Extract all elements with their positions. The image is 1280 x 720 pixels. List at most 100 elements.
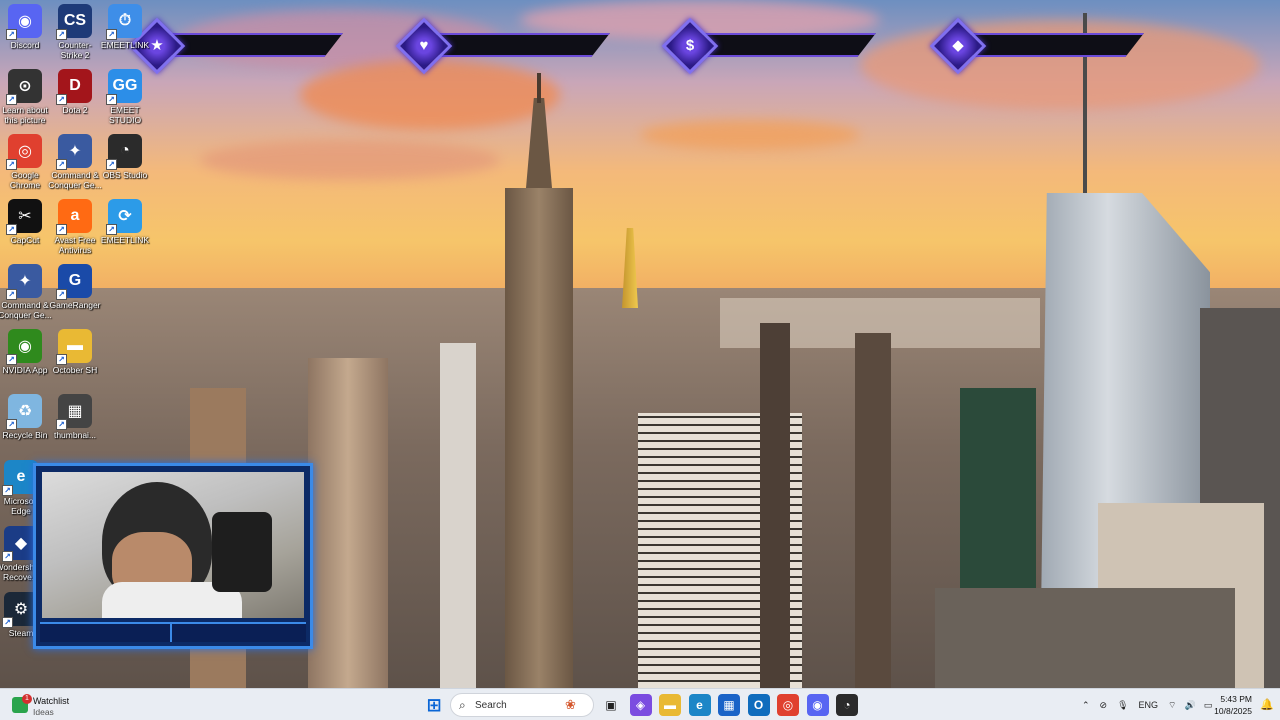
- shortcut-arrow-icon: ↗: [106, 224, 117, 235]
- shortcut-arrow-icon: ↗: [56, 354, 67, 365]
- desktop-icon[interactable]: ◔ ↗ OBS Studio: [98, 134, 152, 180]
- desktop-icon-label: Discord: [10, 40, 40, 50]
- shortcut-arrow-icon: ↗: [106, 159, 117, 170]
- shortcut-arrow-icon: ↗: [56, 29, 67, 40]
- desktop-icon-label: NVIDIA App: [2, 365, 48, 375]
- copilot-icon[interactable]: ◈: [629, 694, 652, 716]
- emeet-studio-icon: GG ↗: [106, 69, 142, 105]
- shortcut-arrow-icon: ↗: [56, 419, 67, 430]
- desktop-icon[interactable]: ⏱ ↗ EMEETLINK: [98, 4, 152, 50]
- obs-icon[interactable]: ◔: [836, 694, 858, 716]
- microphone-icon[interactable]: 🎙: [1117, 700, 1128, 711]
- search-icon: ⌕: [459, 698, 466, 712]
- wifi-icon[interactable]: ⌔: [1168, 700, 1176, 711]
- search-box[interactable]: ⌕ Search ❀: [450, 693, 594, 717]
- edge-icon[interactable]: e: [688, 694, 711, 716]
- outlook-icon[interactable]: O: [747, 694, 770, 716]
- command-conquer-icon: ✦ ↗: [56, 134, 92, 170]
- avast-icon: a ↗: [56, 199, 92, 235]
- shortcut-arrow-icon: ↗: [106, 94, 117, 105]
- desktop-icon-label: EMEETLINK: [100, 40, 150, 50]
- taskbar: 1 Watchlist Ideas ⊞ ⌕ Search ❀ ▣ ◈ ▬ e ▦ O ◎ ◉ ◔…: [0, 688, 1280, 720]
- search-highlight-icon: ❀: [565, 697, 576, 712]
- hud-bar-diamond: ◆: [929, 17, 1148, 75]
- hud-bar-star: ★: [128, 17, 347, 75]
- volume-icon[interactable]: 🔊: [1185, 700, 1196, 711]
- shortcut-arrow-icon: ↗: [2, 551, 13, 562]
- shortcut-arrow-icon: ↗: [2, 485, 13, 496]
- desktop-icon[interactable]: ♻ ↗ Recycle Bin: [0, 394, 52, 440]
- desktop-icon-label: OBS Studio: [102, 170, 148, 180]
- desktop-icon-label: October SH: [52, 365, 98, 375]
- desktop-icon-label: Learn about this picture: [2, 105, 48, 125]
- desktop-icon-label: Avast Free Antivirus: [54, 235, 96, 255]
- shortcut-arrow-icon: ↗: [6, 159, 17, 170]
- chevron-up-icon[interactable]: ⌃: [1082, 700, 1090, 711]
- desktop-icon-label: Command & Conquer Ge...: [0, 300, 52, 320]
- shortcut-arrow-icon: ↗: [56, 224, 67, 235]
- shortcut-arrow-icon: ↗: [106, 29, 117, 40]
- desktop-icon-label: EMEET STUDIO: [108, 105, 142, 125]
- desktop-icon[interactable]: ✦ ↗ Command & Conquer Ge...: [48, 134, 102, 190]
- desktop-icon[interactable]: ▦ ↗ thumbnai...: [48, 394, 102, 440]
- desktop-icon[interactable]: ▬ ↗ October SH: [48, 329, 102, 375]
- shortcut-arrow-icon: ↗: [6, 29, 17, 40]
- desktop-icon-label: Counter-Strike 2: [58, 40, 92, 60]
- widget-title: Watchlist: [33, 696, 70, 706]
- store-icon[interactable]: ▦: [718, 694, 740, 716]
- recycle-bin-icon: ♻ ↗: [6, 394, 42, 430]
- discord-icon[interactable]: ◉: [806, 694, 829, 716]
- shortcut-arrow-icon: ↗: [56, 159, 67, 170]
- desktop-icon-label: Dota 2: [62, 105, 88, 115]
- clock-date: 10/8/2025: [1214, 706, 1252, 716]
- desktop-icon[interactable]: ◉ ↗ NVIDIA App: [0, 329, 52, 375]
- hud-bar-dollar: $: [661, 17, 880, 75]
- discord-icon: ◉ ↗: [6, 4, 42, 40]
- desktop-icon[interactable]: CS ↗ Counter-Strike 2: [48, 4, 102, 60]
- desktop-icon[interactable]: ✦ ↗ Command & Conquer Ge...: [0, 264, 52, 320]
- webcam-video: [42, 472, 304, 618]
- widgets-button[interactable]: 1 Watchlist Ideas: [10, 693, 100, 717]
- diamond-icon: ◆: [952, 37, 964, 54]
- battery-icon[interactable]: ▭: [1204, 700, 1213, 711]
- desktop-icon[interactable]: ◎ ↗ Google Chrome: [0, 134, 52, 190]
- nvidia-icon: ◉ ↗: [6, 329, 42, 365]
- folder-icon: ▬ ↗: [56, 329, 92, 365]
- counter-strike-icon: CS ↗: [56, 4, 92, 40]
- desktop-icon[interactable]: ⊙ ↗ Learn about this picture: [0, 69, 52, 125]
- notification-bell-icon[interactable]: 🔔: [1260, 698, 1274, 712]
- desktop-icon[interactable]: ⟳ ↗ EMEETLINK: [98, 199, 152, 245]
- desktop-icon[interactable]: G ↗ GameRanger: [48, 264, 102, 310]
- webcam-caption-strip: [40, 622, 306, 642]
- chrome-icon[interactable]: ◎: [777, 694, 799, 716]
- desktop-icon[interactable]: ◉ ↗ Discord: [0, 4, 52, 50]
- task-view-icon[interactable]: ▣: [600, 694, 622, 716]
- heart-icon: ♥: [419, 37, 429, 54]
- dollar-icon: $: [685, 37, 695, 54]
- desktop-icon-label: GameRanger: [49, 300, 101, 310]
- file-explorer-icon[interactable]: ▬: [659, 694, 681, 716]
- shortcut-arrow-icon: ↗: [56, 289, 67, 300]
- shortcut-arrow-icon: ↗: [6, 289, 17, 300]
- desktop-icon-label: thumbnai...: [53, 430, 97, 440]
- clock-time: 5:43 PM: [1220, 694, 1252, 704]
- shortcut-arrow-icon: ↗: [6, 94, 17, 105]
- webcam-overlay: [33, 463, 313, 649]
- start-button[interactable]: ⊞: [423, 694, 445, 716]
- desktop-icon[interactable]: GG ↗ EMEET STUDIO: [98, 69, 152, 125]
- desktop-icon[interactable]: ✂ ↗ CapCut: [0, 199, 52, 245]
- chrome-icon: ◎ ↗: [6, 134, 42, 170]
- language-indicator[interactable]: ENG: [1139, 700, 1159, 710]
- emeet-icon: ⏱ ↗: [106, 4, 142, 40]
- command-conquer-icon: ✦ ↗: [6, 264, 42, 300]
- desktop-icon[interactable]: a ↗ Avast Free Antivirus: [48, 199, 102, 255]
- desktop-icon-label: Google Chrome: [9, 170, 41, 190]
- shortcut-arrow-icon: ↗: [56, 94, 67, 105]
- capcut-icon: ✂ ↗: [6, 199, 42, 235]
- shortcut-arrow-icon: ↗: [6, 419, 17, 430]
- desktop-icon[interactable]: D ↗ Dota 2: [48, 69, 102, 115]
- desktop-icon-label: EMEETLINK: [100, 235, 150, 245]
- clock[interactable]: 5:43 PM 10/8/2025: [1214, 693, 1252, 717]
- dota-icon: D ↗: [56, 69, 92, 105]
- network-icon[interactable]: ⊘: [1100, 700, 1108, 711]
